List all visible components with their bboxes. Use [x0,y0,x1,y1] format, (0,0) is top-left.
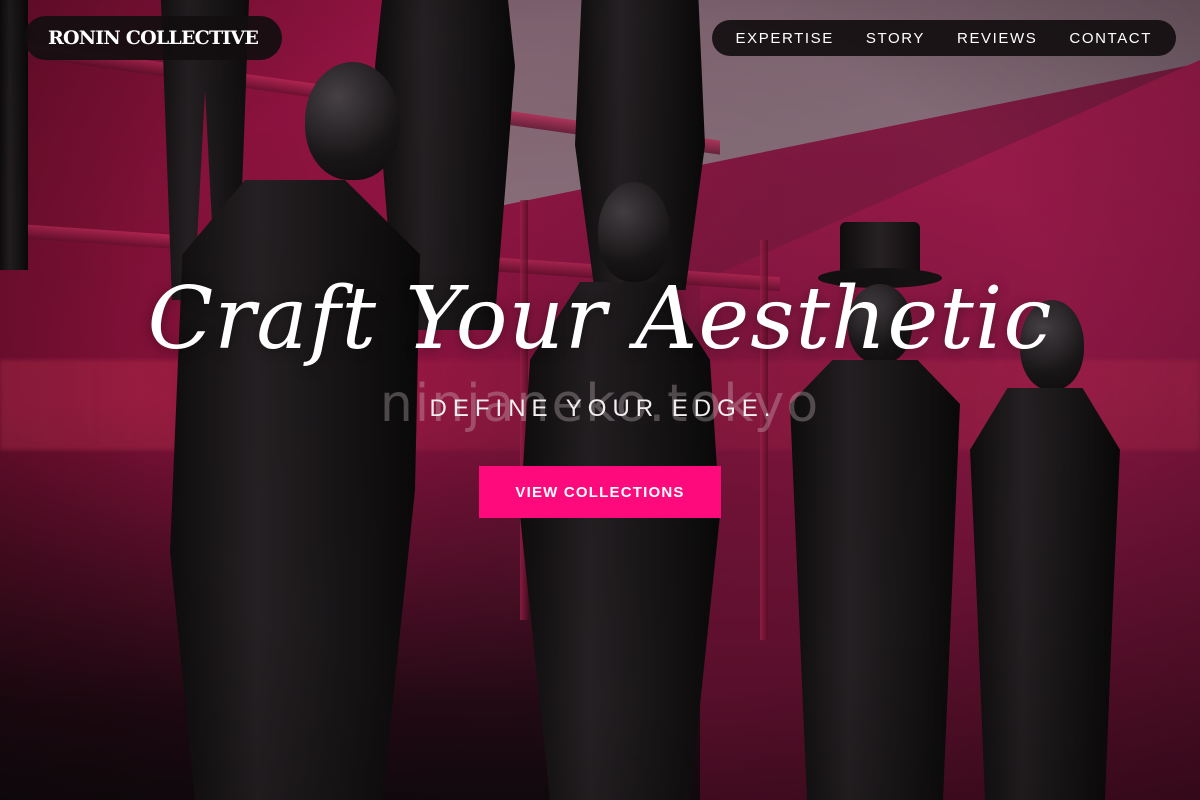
brand-name: RONIN COLLECTIVE [48,27,259,49]
hero-headline: Craft Your Aesthetic [147,269,1053,369]
nav-item-reviews[interactable]: REVIEWS [957,30,1037,47]
view-collections-button[interactable]: VIEW COLLECTIONS [479,466,721,518]
nav-item-story[interactable]: STORY [866,30,925,47]
hero-section: RONIN COLLECTIVE EXPERTISE STORY REVIEWS… [0,0,1200,800]
hero-subheadline: DEFINE YOUR EDGE. [429,395,777,422]
nav-item-contact[interactable]: CONTACT [1069,30,1152,47]
brand-logo[interactable]: RONIN COLLECTIVE [24,16,283,60]
main-nav: EXPERTISE STORY REVIEWS CONTACT [711,20,1176,56]
nav-item-expertise[interactable]: EXPERTISE [736,30,834,47]
